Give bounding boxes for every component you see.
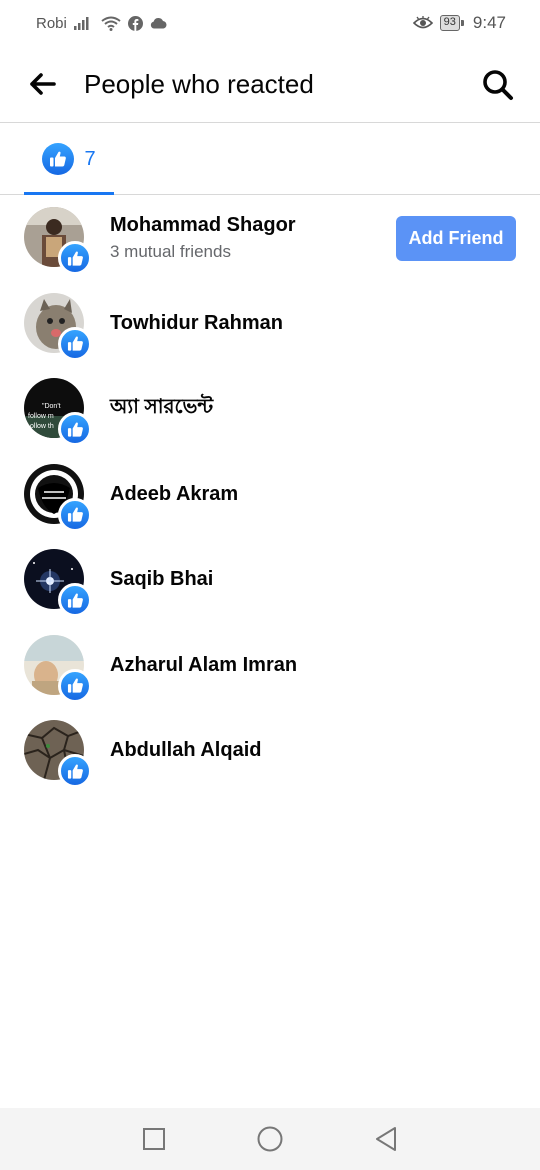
- like-reaction-icon: [58, 754, 92, 788]
- search-icon: [483, 70, 513, 100]
- like-reaction-icon: [58, 326, 92, 361]
- list-item[interactable]: Saqib Bhai: [0, 537, 540, 623]
- list-item[interactable]: Abdullah Alqaid: [0, 708, 540, 794]
- eye-comfort-icon: [412, 16, 433, 30]
- list-item[interactable]: Mohammad Shagor 3 mutual friends Add Fri…: [0, 195, 540, 281]
- carrier-label: Robi: [36, 14, 67, 32]
- list-item[interactable]: "Don't follow m ollow th অ্যা সারভেন্ট: [0, 366, 540, 452]
- avatar-quote-line-3: ollow th: [30, 423, 54, 430]
- page-title: People who reacted: [84, 68, 314, 99]
- battery-indicator: 93: [439, 15, 465, 31]
- like-reaction-icon: [58, 497, 92, 532]
- cloud-icon: [150, 17, 167, 29]
- like-reaction-icon: [58, 583, 92, 617]
- search-button[interactable]: [478, 65, 518, 105]
- person-name[interactable]: Azharul Alam Imran: [110, 654, 297, 677]
- facebook-notification-icon: [127, 15, 143, 31]
- add-friend-button[interactable]: Add Friend: [396, 216, 516, 261]
- avatar-quote-line-2: follow m: [28, 413, 54, 420]
- triangle-back-icon: [376, 1127, 396, 1151]
- back-button[interactable]: [0, 46, 84, 123]
- home-button[interactable]: [252, 1121, 288, 1157]
- people-list: Mohammad Shagor 3 mutual friends Add Fri…: [0, 195, 540, 794]
- clock: 9:47: [472, 13, 506, 32]
- recent-apps-button[interactable]: [136, 1121, 172, 1157]
- back-arrow-icon: [30, 73, 56, 95]
- person-name[interactable]: Abdullah Alqaid: [110, 739, 261, 762]
- circle-icon: [257, 1126, 283, 1152]
- person-name[interactable]: অ্যা সারভেন্ট: [110, 392, 213, 425]
- like-reaction-icon: [58, 412, 92, 446]
- list-item[interactable]: Azharul Alam Imran: [0, 623, 540, 709]
- person-name[interactable]: Mohammad Shagor: [110, 214, 296, 237]
- system-nav-bar: [0, 1108, 540, 1170]
- app-header: People who reacted: [0, 46, 540, 123]
- tab-like-count: 7: [84, 147, 96, 170]
- list-item[interactable]: Adeeb Akram: [0, 452, 540, 538]
- mutual-friends: 3 mutual friends: [110, 241, 231, 261]
- person-name[interactable]: Saqib Bhai: [110, 568, 213, 591]
- wifi-icon: [101, 16, 121, 31]
- back-nav-button[interactable]: [368, 1121, 404, 1157]
- status-bar: Robi 93 9:47: [0, 0, 540, 46]
- like-reaction-icon: [58, 241, 92, 275]
- list-item[interactable]: Towhidur Rahman: [0, 281, 540, 367]
- signal-icon: [73, 16, 94, 30]
- person-name[interactable]: Adeeb Akram: [110, 483, 238, 506]
- tab-like[interactable]: 7: [24, 123, 114, 195]
- like-icon: [42, 143, 75, 175]
- square-icon: [143, 1128, 165, 1150]
- reaction-tabs: 7: [0, 123, 540, 195]
- avatar-quote-line-1: "Don't: [42, 403, 61, 410]
- person-name[interactable]: Towhidur Rahman: [110, 312, 283, 335]
- like-reaction-icon: [58, 668, 92, 703]
